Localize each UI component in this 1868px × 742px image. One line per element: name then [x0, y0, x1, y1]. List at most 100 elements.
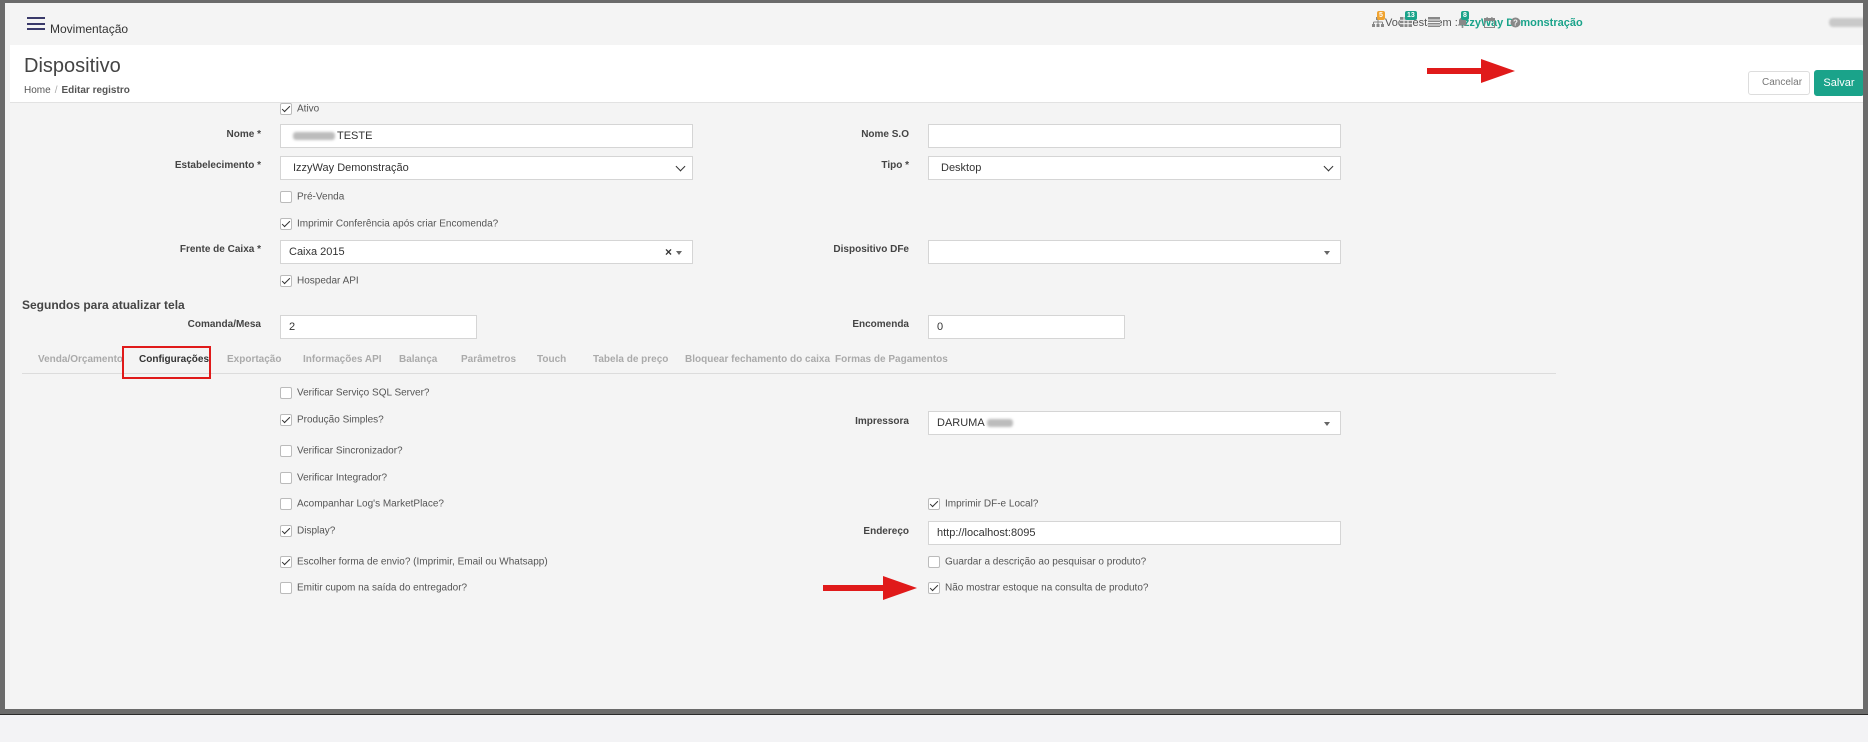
verificar-sql-label: Verificar Serviço SQL Server?	[297, 387, 430, 399]
verificar-sincronizador-checkbox[interactable]: Verificar Sincronizador?	[280, 445, 403, 459]
escolher-envio-box[interactable]	[280, 556, 292, 568]
frente-caixa-select[interactable]: Caixa 2015 ×	[280, 240, 693, 264]
caret-down-icon	[676, 251, 682, 255]
ativo-label: Ativo	[297, 103, 320, 115]
producao-simples-box[interactable]	[280, 414, 292, 426]
help-icon[interactable]: ?	[1508, 17, 1522, 29]
endereco-label: Endereço	[863, 526, 909, 537]
producao-simples-label: Produção Simples?	[297, 414, 384, 426]
encomenda-label: Encomenda	[852, 319, 909, 330]
user-menu[interactable]	[1829, 18, 1863, 27]
tab-tabela-preco[interactable]: Tabela de preço	[593, 354, 668, 365]
imprimir-dfe-box[interactable]	[928, 498, 940, 510]
guardar-descricao-box[interactable]	[928, 556, 940, 568]
encomenda-input[interactable]: 0	[928, 315, 1125, 339]
grid-icon[interactable]: 13	[1399, 11, 1417, 29]
clear-icon[interactable]: ×	[665, 245, 672, 259]
cancel-button[interactable]: Cancelar	[1748, 71, 1810, 95]
top-navbar: Movimentação Você está em : IzzyWay Demo…	[5, 3, 1863, 45]
tab-touch[interactable]: Touch	[537, 354, 566, 365]
ativo-box[interactable]	[280, 103, 292, 115]
display-checkbox[interactable]: Display?	[280, 525, 335, 539]
imprimir-dfe-checkbox[interactable]: Imprimir DF-e Local?	[928, 498, 1038, 512]
guardar-descricao-label: Guardar a descrição ao pesquisar o produ…	[945, 556, 1147, 568]
comanda-input[interactable]: 2	[280, 315, 477, 339]
display-label: Display?	[297, 525, 336, 537]
acompanhar-log-box[interactable]	[280, 498, 292, 510]
imprimir-conferencia-box[interactable]	[280, 218, 292, 230]
refresh-section-title: Segundos para atualizar tela	[22, 298, 185, 312]
imprimir-dfe-label: Imprimir DF-e Local?	[945, 498, 1039, 510]
tipo-select[interactable]: Desktop	[928, 156, 1341, 180]
impressora-select[interactable]: DARUMA	[928, 411, 1341, 435]
verificar-integrador-checkbox[interactable]: Verificar Integrador?	[280, 472, 387, 486]
caret-down-icon	[1324, 251, 1330, 255]
desktop-background	[0, 714, 1868, 742]
menu-icon[interactable]	[27, 17, 45, 30]
tab-balanca[interactable]: Balança	[399, 354, 437, 365]
tab-exportacao[interactable]: Exportação	[227, 354, 281, 365]
estabelecimento-value: IzzyWay Demonstração	[293, 162, 409, 174]
pre-venda-box[interactable]	[280, 191, 292, 203]
acompanhar-log-checkbox[interactable]: Acompanhar Log's MarketPlace?	[280, 498, 444, 512]
endereco-input[interactable]: http://localhost:8095	[928, 521, 1341, 545]
estabelecimento-select[interactable]: IzzyWay Demonstração	[280, 156, 693, 180]
pre-venda-checkbox[interactable]: Pré-Venda	[280, 191, 344, 205]
verificar-integrador-label: Verificar Integrador?	[297, 472, 388, 484]
table-icon[interactable]	[1427, 17, 1441, 29]
tab-formas-pagamento[interactable]: Formas de Pagamentos	[835, 354, 948, 365]
save-button[interactable]: Salvar	[1814, 70, 1863, 96]
annotation-highlight-tab	[122, 346, 211, 379]
producao-simples-checkbox[interactable]: Produção Simples?	[280, 414, 384, 428]
frente-caixa-value: Caixa 2015	[289, 246, 345, 258]
escolher-envio-label: Escolher forma de envio? (Imprimir, Emai…	[297, 556, 548, 568]
tab-bloquear-fechamento[interactable]: Bloquear fechamento do caixa	[685, 354, 830, 365]
estabelecimento-label: Estabelecimento *	[174, 160, 261, 171]
verificar-sincronizador-box[interactable]	[280, 445, 292, 457]
impressora-value: DARUMA	[937, 417, 985, 429]
nao-mostrar-estoque-checkbox[interactable]: Não mostrar estoque na consulta de produ…	[928, 582, 1148, 596]
tab-venda-orcamento[interactable]: Venda/Orçamento	[38, 354, 123, 365]
acompanhar-log-label: Acompanhar Log's MarketPlace?	[297, 498, 444, 510]
hospedar-api-checkbox[interactable]: Hospedar API	[280, 275, 359, 289]
verificar-sql-checkbox[interactable]: Verificar Serviço SQL Server?	[280, 387, 429, 401]
blurred-text	[293, 132, 335, 141]
hospedar-api-label: Hospedar API	[297, 275, 359, 287]
calendar-icon[interactable]	[1482, 17, 1496, 29]
chevron-down-icon	[1323, 161, 1334, 172]
tipo-value: Desktop	[941, 162, 982, 174]
nome-value: TESTE	[337, 130, 373, 142]
annotation-arrow-estoque	[823, 576, 917, 600]
emitir-cupom-checkbox[interactable]: Emitir cupom na saída do entregador?	[280, 582, 467, 596]
sitemap-icon[interactable]: 5	[1371, 11, 1385, 29]
nao-mostrar-estoque-box[interactable]	[928, 582, 940, 594]
tab-parametros[interactable]: Parâmetros	[461, 354, 516, 365]
dispositivo-dfe-select[interactable]	[928, 240, 1341, 264]
ativo-checkbox[interactable]: Ativo	[280, 103, 319, 117]
nome-so-input[interactable]	[928, 124, 1341, 148]
verificar-sincronizador-label: Verificar Sincronizador?	[297, 445, 403, 457]
breadcrumb-home[interactable]: Home	[24, 85, 51, 96]
verificar-sql-box[interactable]	[280, 387, 292, 399]
guardar-descricao-checkbox[interactable]: Guardar a descrição ao pesquisar o produ…	[928, 556, 1146, 570]
app-window: Movimentação Você está em : IzzyWay Demo…	[0, 0, 1868, 714]
emitir-cupom-box[interactable]	[280, 582, 292, 594]
hospedar-api-box[interactable]	[280, 275, 292, 287]
blurred-text	[987, 419, 1014, 428]
escolher-envio-checkbox[interactable]: Escolher forma de envio? (Imprimir, Emai…	[280, 556, 548, 570]
caret-down-icon	[1324, 422, 1330, 426]
pre-venda-label: Pré-Venda	[297, 191, 345, 203]
display-box[interactable]	[280, 525, 292, 537]
imprimir-conferencia-checkbox[interactable]: Imprimir Conferência após criar Encomend…	[280, 218, 498, 232]
grid-badge: 13	[1405, 11, 1417, 20]
nome-so-label: Nome S.O	[861, 129, 909, 140]
bell-icon[interactable]: 8	[1455, 11, 1469, 29]
verificar-integrador-box[interactable]	[280, 472, 292, 484]
sitemap-badge: 5	[1377, 11, 1385, 20]
tab-informacoes-api[interactable]: Informações API	[303, 354, 382, 365]
breadcrumb-separator: /	[54, 85, 58, 96]
svg-text:?: ?	[1513, 18, 1518, 27]
nome-input[interactable]: TESTE	[280, 124, 693, 148]
frente-caixa-label: Frente de Caixa *	[179, 244, 261, 255]
page-title: Dispositivo	[24, 55, 121, 77]
